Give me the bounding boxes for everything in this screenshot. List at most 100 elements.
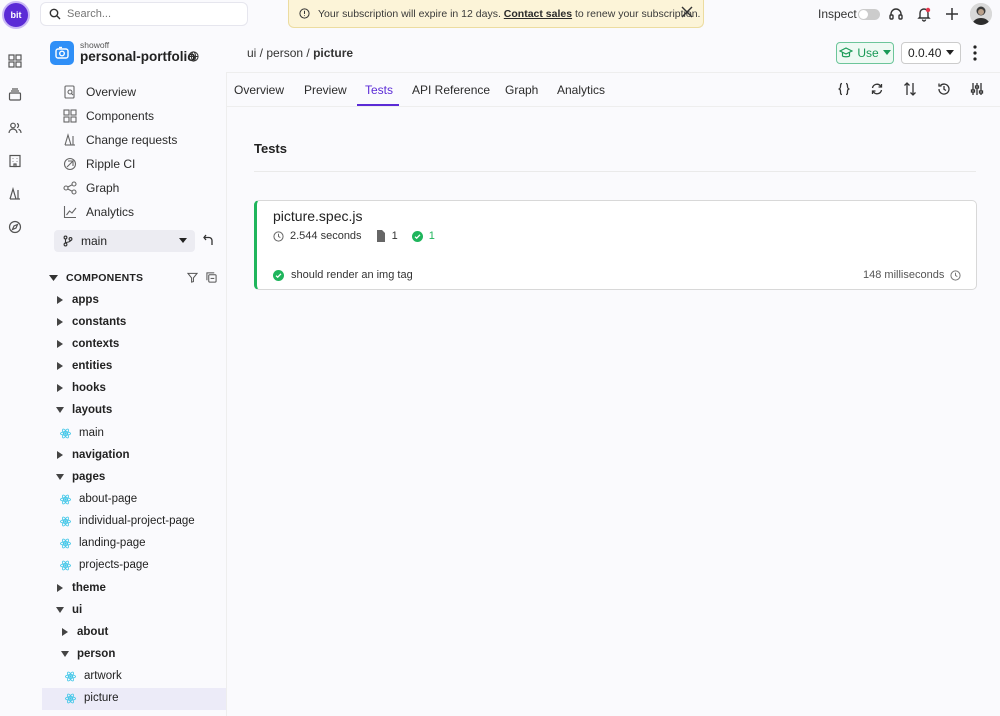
chevron-down-icon: [179, 238, 187, 243]
more-options-icon[interactable]: [968, 44, 982, 62]
check-circle-icon: [273, 269, 284, 281]
stack-icon[interactable]: [8, 88, 22, 102]
tree-folder-ui[interactable]: ui: [56, 604, 82, 616]
tree-item-landing-page[interactable]: landing-page: [60, 537, 146, 549]
version-select[interactable]: 0.0.40: [901, 42, 961, 64]
tree-folder-contexts[interactable]: contexts: [56, 338, 119, 350]
plus-icon[interactable]: [944, 6, 960, 22]
chevron-right-icon: [57, 451, 63, 459]
sidebar-item-overview[interactable]: Overview: [63, 85, 136, 99]
chevron-right-icon: [57, 584, 63, 592]
project-name[interactable]: personal-portfolio: [80, 49, 196, 64]
tree-item-individual-project-page[interactable]: individual-project-page: [60, 515, 195, 527]
graduation-icon: [839, 47, 854, 58]
avatar[interactable]: [970, 3, 992, 25]
breadcrumb: ui / person / picture: [247, 46, 354, 60]
chevron-right-icon: [57, 384, 63, 392]
react-icon: [60, 428, 71, 438]
collapse-all-icon[interactable]: [206, 272, 217, 283]
tree-folder-apps[interactable]: apps: [56, 294, 99, 306]
tab-tests[interactable]: Tests: [365, 83, 393, 97]
breadcrumb-person[interactable]: person: [266, 46, 303, 60]
inspect-toggle[interactable]: [858, 9, 880, 20]
chevron-down-icon: [56, 474, 64, 480]
sidebar-item-analytics[interactable]: Analytics: [63, 205, 134, 219]
react-icon: [60, 516, 71, 526]
close-icon[interactable]: [681, 6, 693, 18]
history-icon[interactable]: [937, 82, 951, 96]
filter-icon[interactable]: [187, 272, 198, 283]
file-icon: [376, 230, 385, 242]
compass-icon[interactable]: [8, 220, 22, 234]
tree-item-picture[interactable]: picture: [65, 692, 119, 704]
tab-overview[interactable]: Overview: [234, 83, 284, 97]
ripple-icon: [63, 157, 77, 171]
spec-file-count: 1: [391, 230, 398, 242]
tree-folder-layouts[interactable]: layouts: [56, 404, 112, 416]
tree-folder-person[interactable]: person: [61, 648, 115, 660]
chevron-down-icon: [61, 651, 69, 657]
headset-icon[interactable]: [888, 6, 904, 22]
sidebar-divider: [226, 72, 227, 716]
test-case-name: should render an img tag: [291, 269, 413, 281]
spec-pass-count: 1: [428, 230, 435, 242]
subscription-banner: Your subscription will expire in 12 days…: [288, 0, 704, 28]
change-request-icon: [63, 133, 77, 147]
bell-icon[interactable]: [916, 6, 932, 22]
chevron-right-icon: [57, 340, 63, 348]
tree-item-projects-page[interactable]: projects-page: [60, 559, 149, 571]
chevron-down-icon: [49, 274, 58, 281]
tree-item-about-page[interactable]: about-page: [60, 493, 137, 505]
code-braces-icon[interactable]: [837, 82, 851, 96]
tree-folder-entities[interactable]: entities: [56, 360, 112, 372]
people-icon[interactable]: [8, 121, 22, 135]
left-rail: [0, 0, 30, 716]
undo-icon[interactable]: [203, 234, 215, 246]
tree-folder-pages[interactable]: pages: [56, 471, 105, 483]
active-tab-indicator: [357, 104, 399, 106]
check-circle-icon: [411, 230, 423, 242]
sidebar-item-components[interactable]: Components: [63, 109, 154, 123]
search-box[interactable]: [40, 2, 248, 26]
search-input[interactable]: [67, 8, 237, 20]
page-title: Tests: [254, 141, 287, 156]
chevron-right-icon: [57, 296, 63, 304]
contact-sales-link[interactable]: Contact sales: [504, 8, 572, 20]
tab-api-reference[interactable]: API Reference: [412, 83, 490, 97]
grid-icon[interactable]: [8, 54, 22, 68]
tree-folder-theme[interactable]: theme: [56, 582, 106, 594]
refresh-icon[interactable]: [870, 82, 884, 96]
tab-graph[interactable]: Graph: [505, 83, 538, 97]
document-search-icon: [63, 85, 77, 99]
chevron-down-icon: [882, 50, 891, 55]
tree-item-artwork[interactable]: artwork: [65, 670, 122, 682]
tree-item-main[interactable]: main: [60, 427, 104, 439]
banner-text: Your subscription will expire in 12 days…: [318, 7, 701, 20]
components-section-header[interactable]: COMPONENTS: [49, 272, 143, 284]
sidebar-item-ripple-ci[interactable]: Ripple CI: [63, 157, 135, 171]
chevron-down-icon: [946, 50, 954, 55]
settings-sliders-icon[interactable]: [970, 82, 984, 96]
tree-folder-constants[interactable]: constants: [56, 316, 126, 328]
sidebar-item-graph[interactable]: Graph: [63, 181, 119, 195]
test-case-row: should render an img tag: [273, 269, 413, 281]
chevron-right-icon: [57, 318, 63, 326]
chevron-right-icon: [57, 362, 63, 370]
tree-folder-navigation[interactable]: navigation: [56, 449, 130, 461]
tab-preview[interactable]: Preview: [304, 83, 347, 97]
clock-icon: [950, 269, 961, 281]
spec-file-name: picture.spec.js: [273, 208, 363, 224]
bit-logo[interactable]: bit: [2, 1, 30, 29]
branch-selector[interactable]: main: [54, 230, 195, 252]
use-button[interactable]: Use: [836, 42, 894, 64]
change-request-icon[interactable]: [8, 187, 22, 201]
react-icon: [60, 560, 71, 570]
tree-folder-hooks[interactable]: hooks: [56, 382, 106, 394]
globe-icon: [188, 51, 199, 62]
compare-icon[interactable]: [903, 82, 917, 96]
breadcrumb-ui[interactable]: ui: [247, 46, 256, 60]
tab-analytics[interactable]: Analytics: [557, 83, 605, 97]
building-icon[interactable]: [8, 154, 22, 168]
sidebar-item-change-requests[interactable]: Change requests: [63, 133, 177, 147]
tree-folder-about[interactable]: about: [61, 626, 108, 638]
